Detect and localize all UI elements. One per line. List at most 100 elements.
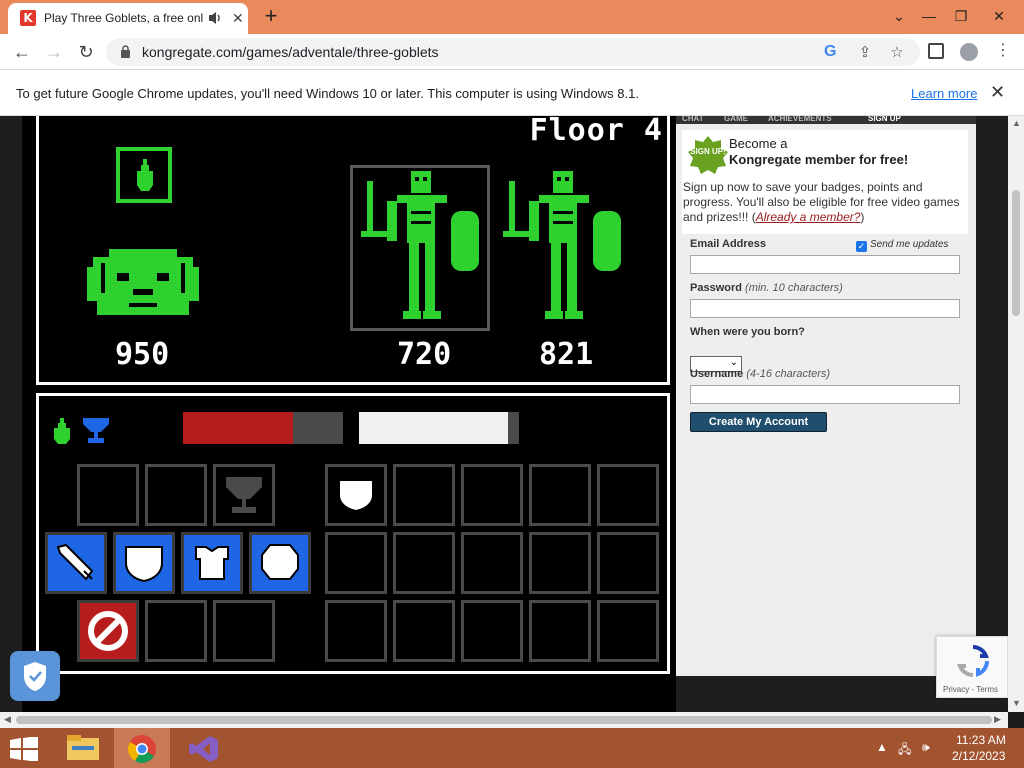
- sign-up-badge-icon: SIGN UP!: [688, 136, 728, 176]
- equipment-slot[interactable]: [145, 464, 207, 526]
- side-panel-icon[interactable]: [928, 43, 944, 59]
- inventory-slot[interactable]: [529, 600, 591, 662]
- chrome-menu-icon[interactable]: ⋮: [994, 42, 1012, 60]
- visual-studio-icon[interactable]: [176, 728, 232, 768]
- chrome-taskbar-icon[interactable]: [114, 728, 170, 768]
- url-text: kongregate.com/games/adventale/three-gob…: [142, 44, 439, 60]
- inventory-slot[interactable]: [597, 464, 659, 526]
- skeleton-warrior-icon[interactable]: [499, 171, 625, 323]
- scroll-right-arrow-icon[interactable]: ▶: [994, 714, 1001, 725]
- inventory-slot[interactable]: [597, 532, 659, 594]
- update-message: To get future Google Chrome updates, you…: [16, 86, 639, 101]
- scroll-down-arrow-icon[interactable]: ▼: [1012, 698, 1021, 708]
- learn-more-link[interactable]: Learn more: [911, 86, 977, 101]
- google-lens-icon[interactable]: G: [824, 43, 836, 61]
- inventory-slot[interactable]: [325, 464, 387, 526]
- show-hidden-icons-icon[interactable]: ▲: [876, 740, 888, 754]
- window-close-button[interactable]: ✕: [984, 4, 1014, 28]
- tab-achievements[interactable]: ACHIEVEMENTS: [768, 116, 832, 124]
- browser-tab[interactable]: K Play Three Goblets, a free online game…: [8, 3, 248, 34]
- windows-taskbar: ▲ 🖧 🕪 11:23 AM 2/12/2023: [0, 728, 1024, 768]
- reload-icon[interactable]: ↻: [74, 40, 98, 64]
- potion-icon: [137, 159, 153, 191]
- game-canvas[interactable]: Floor 4 950 720 821: [22, 116, 676, 712]
- forward-arrow-icon[interactable]: →: [42, 40, 66, 64]
- scroll-left-arrow-icon[interactable]: ◀: [4, 714, 11, 725]
- share-icon[interactable]: ⇪: [856, 44, 874, 62]
- chevron-down-icon: ⌄: [729, 357, 738, 368]
- health-bar: [183, 412, 343, 444]
- become-member-heading: Become a Kongregate member for free!: [729, 136, 908, 168]
- address-bar[interactable]: kongregate.com/games/adventale/three-gob…: [106, 38, 920, 66]
- inventory-slot[interactable]: [393, 464, 455, 526]
- email-field[interactable]: [690, 255, 960, 274]
- equipment-slot[interactable]: [77, 464, 139, 526]
- password-field[interactable]: [690, 299, 960, 318]
- audio-playing-icon[interactable]: [208, 10, 222, 26]
- bookmark-star-icon[interactable]: ☆: [888, 44, 906, 62]
- file-explorer-icon[interactable]: [56, 728, 112, 768]
- lock-icon[interactable]: [120, 45, 131, 58]
- recaptcha-badge[interactable]: Privacy - Terms: [936, 636, 1008, 698]
- gauntlet-slot[interactable]: [249, 532, 311, 594]
- windows-start-icon[interactable]: [10, 737, 38, 761]
- recaptcha-links: Privacy - Terms: [943, 685, 998, 694]
- profile-avatar-icon[interactable]: [960, 43, 978, 61]
- sword-slot[interactable]: [45, 532, 107, 594]
- inventory-slot[interactable]: [461, 600, 523, 662]
- security-shield-icon[interactable]: [10, 651, 60, 701]
- minimize-button[interactable]: —: [914, 4, 944, 28]
- back-arrow-icon[interactable]: ←: [10, 40, 34, 64]
- tab-sign-up[interactable]: SIGN UP: [868, 116, 901, 124]
- goblet-small-icon: [83, 418, 109, 443]
- password-label: Password (min. 10 characters): [690, 282, 843, 294]
- shield-slot[interactable]: [113, 532, 175, 594]
- armor-slot[interactable]: [181, 532, 243, 594]
- goblet-icon: [226, 477, 262, 513]
- volume-icon[interactable]: 🕪: [922, 740, 930, 755]
- inventory-slot[interactable]: [597, 600, 659, 662]
- network-icon[interactable]: 🖧: [898, 740, 911, 761]
- clock-date[interactable]: 2/12/2023: [952, 749, 1005, 763]
- tab-search-chevron-icon[interactable]: ⌄: [884, 4, 914, 28]
- username-field[interactable]: [690, 385, 960, 404]
- tab-game[interactable]: GAME: [724, 116, 748, 124]
- inventory-panel: [36, 393, 670, 674]
- equipment-slot[interactable]: [213, 600, 275, 662]
- skeleton-warrior-icon[interactable]: [357, 171, 483, 323]
- horizontal-scroll-thumb[interactable]: [16, 716, 992, 724]
- tab-close-icon[interactable]: ✕: [232, 11, 244, 25]
- potion-frame[interactable]: [116, 147, 172, 203]
- inventory-slot[interactable]: [325, 600, 387, 662]
- player-monster-icon[interactable]: [83, 243, 203, 323]
- signup-description: Sign up now to save your badges, points …: [683, 180, 963, 225]
- restore-button[interactable]: ❐: [946, 4, 976, 28]
- privacy-link[interactable]: Privacy: [943, 685, 969, 694]
- infobar-close-icon[interactable]: ✕: [990, 82, 1005, 103]
- inventory-slot[interactable]: [325, 532, 387, 594]
- inventory-slot[interactable]: [529, 464, 591, 526]
- equipment-slot[interactable]: [145, 600, 207, 662]
- scroll-up-arrow-icon[interactable]: ▲: [1012, 118, 1021, 128]
- vertical-scroll-thumb[interactable]: [1012, 190, 1020, 316]
- kongregate-sidebar: CHAT GAME ACHIEVEMENTS SIGN UP SIGN UP! …: [676, 116, 976, 676]
- tab-chat[interactable]: CHAT: [682, 116, 704, 124]
- already-member-link[interactable]: Already a member?: [756, 210, 861, 224]
- clock-time[interactable]: 11:23 AM: [956, 733, 1006, 747]
- discard-slot[interactable]: [77, 600, 139, 662]
- vertical-scrollbar[interactable]: ▲ ▼: [1008, 116, 1024, 712]
- become-line-2: Kongregate member for free!: [729, 152, 909, 167]
- create-account-button[interactable]: Create My Account: [690, 412, 827, 432]
- new-tab-button[interactable]: +: [260, 5, 282, 27]
- health-bar-fill: [183, 412, 294, 444]
- inventory-slot[interactable]: [393, 532, 455, 594]
- inventory-slot[interactable]: [461, 532, 523, 594]
- inventory-slot[interactable]: [529, 532, 591, 594]
- horizontal-scrollbar[interactable]: ◀ ▶: [0, 712, 1008, 728]
- goblet-slot[interactable]: [213, 464, 275, 526]
- enemy-1-hp: 720: [397, 337, 452, 372]
- terms-link[interactable]: Terms: [976, 685, 998, 694]
- send-updates-checkbox[interactable]: ✓: [856, 241, 867, 252]
- inventory-slot[interactable]: [393, 600, 455, 662]
- inventory-slot[interactable]: [461, 464, 523, 526]
